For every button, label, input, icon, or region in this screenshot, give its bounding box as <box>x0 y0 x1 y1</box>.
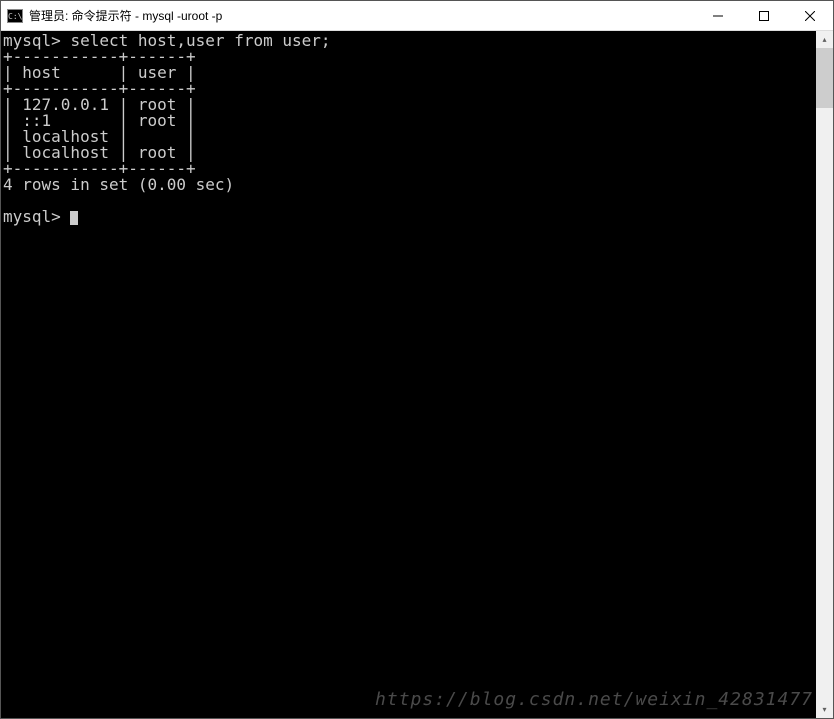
cursor <box>70 211 78 225</box>
close-button[interactable] <box>787 1 833 30</box>
titlebar[interactable]: C:\ 管理员: 命令提示符 - mysql -uroot -p <box>1 1 833 31</box>
app-window: C:\ 管理员: 命令提示符 - mysql -uroot -p mysql> … <box>0 0 834 719</box>
cmd-icon: C:\ <box>7 9 23 23</box>
result-summary: 4 rows in set (0.00 sec) <box>3 175 234 194</box>
terminal-output[interactable]: mysql> select host,user from user; +----… <box>1 31 816 718</box>
minimize-button[interactable] <box>695 1 741 30</box>
terminal-area: mysql> select host,user from user; +----… <box>1 31 833 718</box>
maximize-button[interactable] <box>741 1 787 30</box>
window-title: 管理员: 命令提示符 - mysql -uroot -p <box>29 7 695 24</box>
scroll-up-arrow[interactable]: ▴ <box>816 31 833 48</box>
maximize-icon <box>759 11 769 21</box>
prompt: mysql> <box>3 207 70 226</box>
vertical-scrollbar[interactable]: ▴ ▾ <box>816 31 833 718</box>
minimize-icon <box>713 11 723 21</box>
close-icon <box>805 11 815 21</box>
scroll-down-arrow[interactable]: ▾ <box>816 701 833 718</box>
window-controls <box>695 1 833 30</box>
scroll-thumb[interactable] <box>816 48 833 108</box>
